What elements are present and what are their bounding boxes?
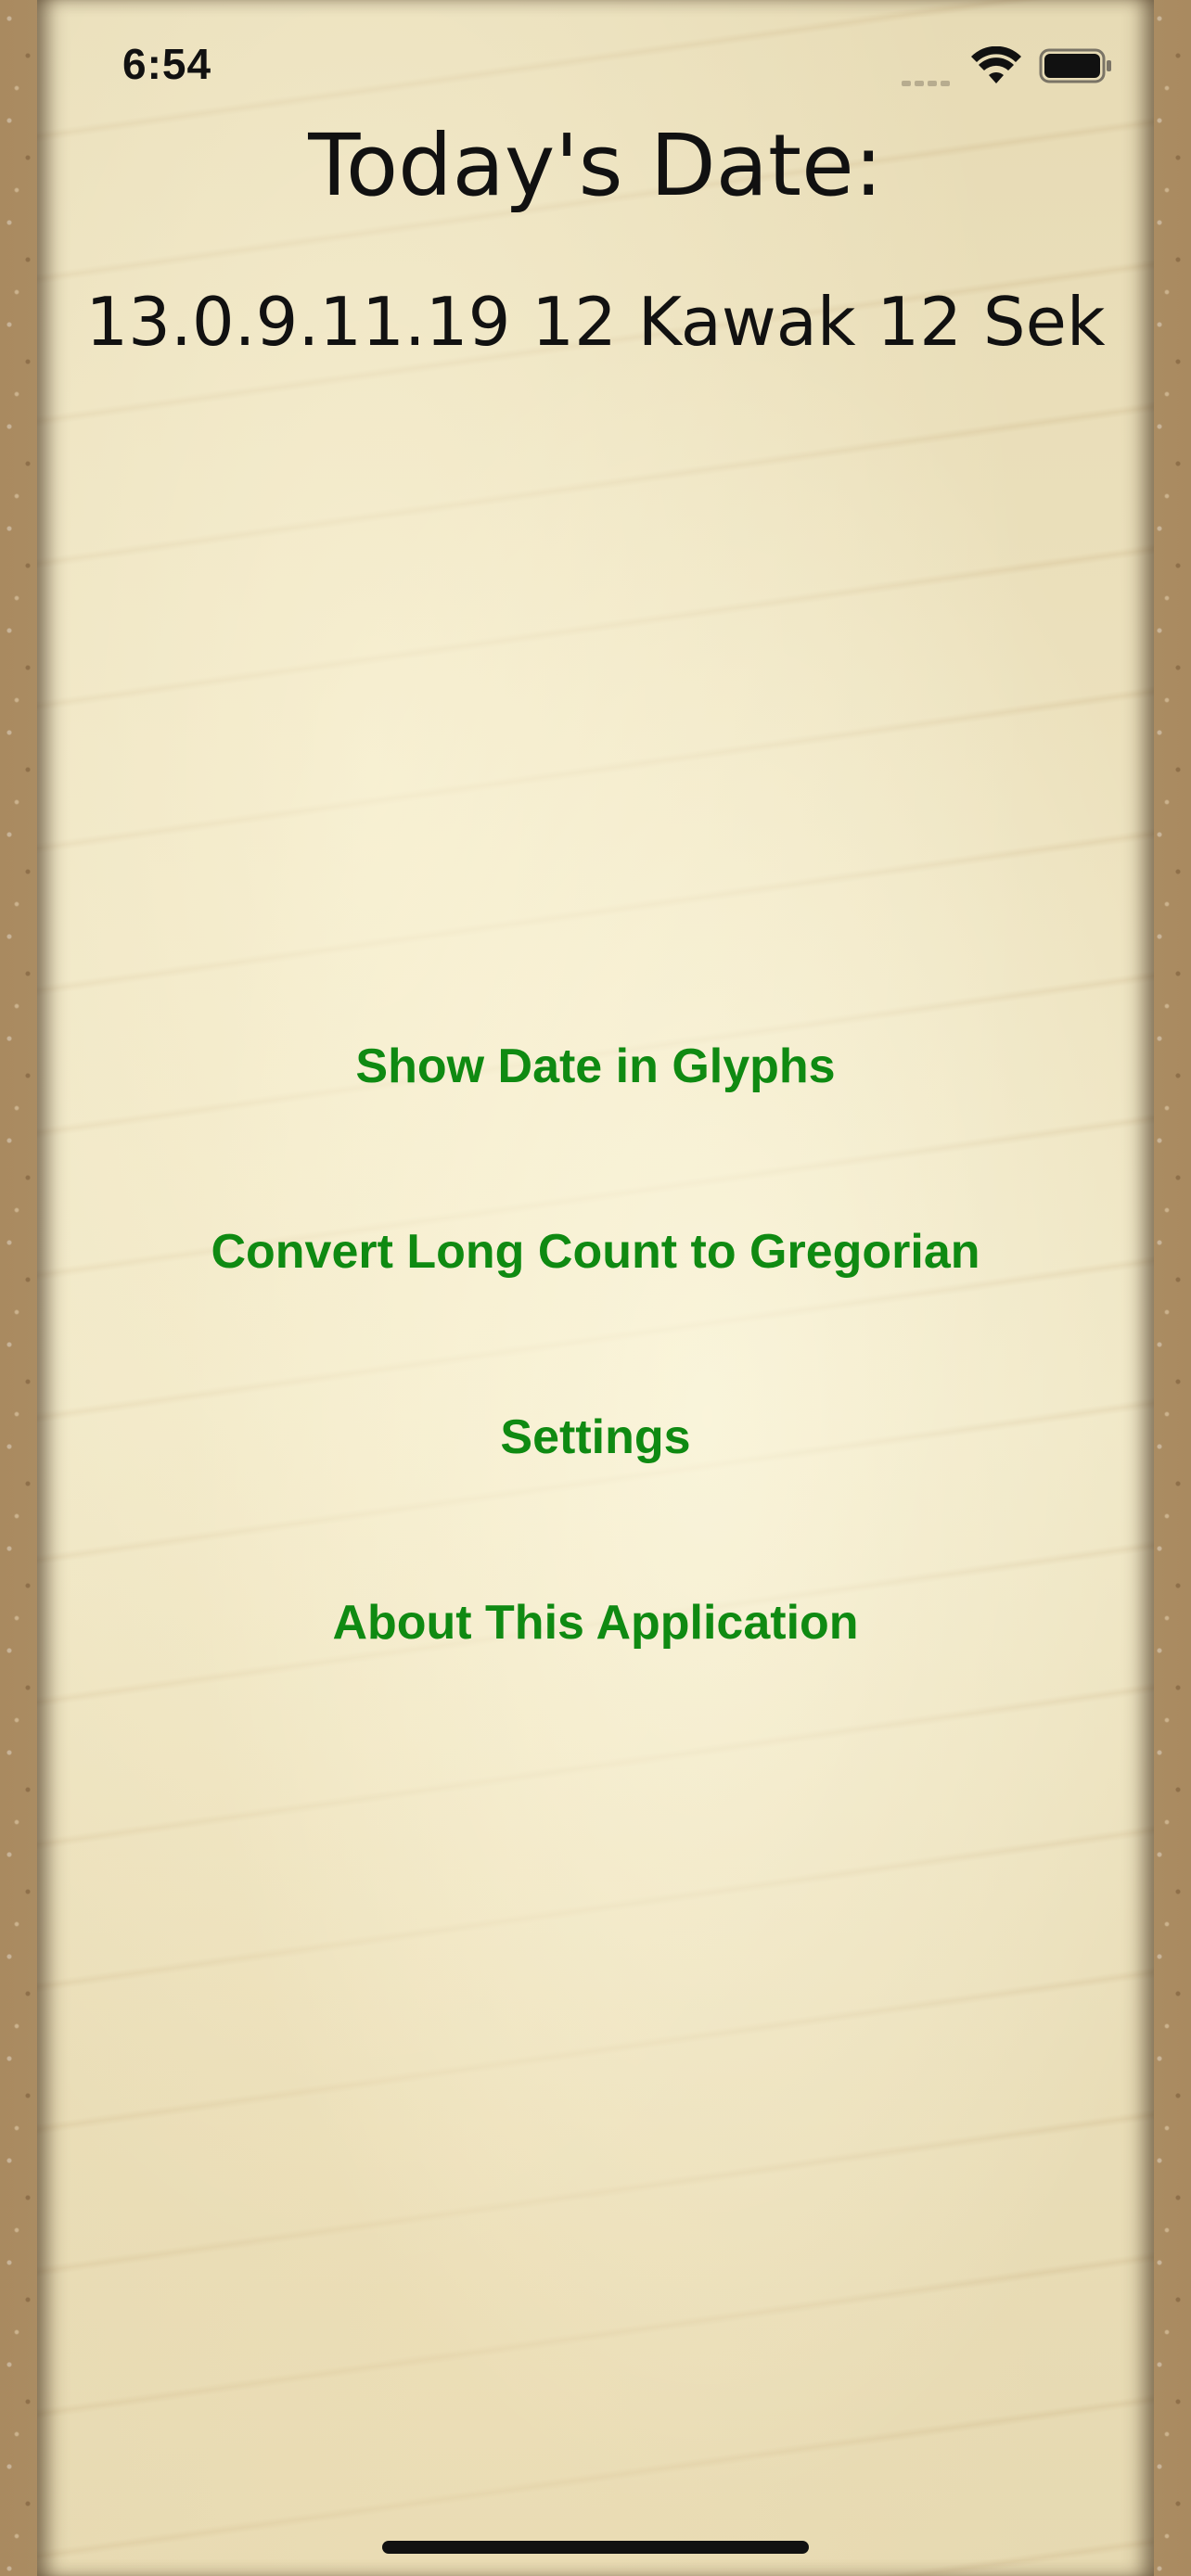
signal-icon xyxy=(902,74,955,86)
home-indicator[interactable] xyxy=(382,2541,809,2554)
about-application-button[interactable]: About This Application xyxy=(0,1530,1191,1715)
main-menu: Show Date in Glyphs Convert Long Count t… xyxy=(0,974,1191,1715)
wifi-icon xyxy=(971,46,1021,83)
status-time: 6:54 xyxy=(122,40,212,88)
mayan-date-display: 13.0.9.11.19 12 Kawak 12 Sek xyxy=(85,283,1106,361)
convert-long-count-button[interactable]: Convert Long Count to Gregorian xyxy=(0,1159,1191,1345)
battery-icon xyxy=(1039,48,1111,83)
page-title: Today's Date: xyxy=(308,116,883,215)
status-bar: 6:54 xyxy=(0,0,1191,130)
show-date-in-glyphs-button[interactable]: Show Date in Glyphs xyxy=(0,974,1191,1159)
settings-button[interactable]: Settings xyxy=(0,1345,1191,1530)
